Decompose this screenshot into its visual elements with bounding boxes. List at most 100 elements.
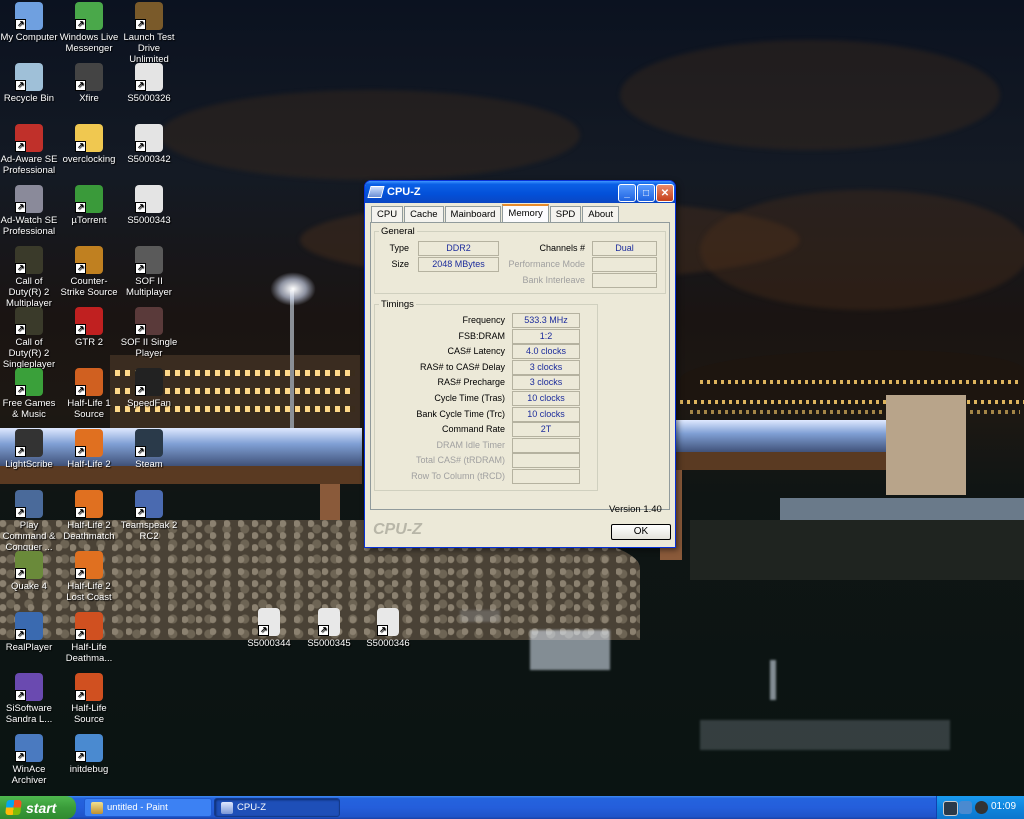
desktop-icon[interactable]: ↗ GTR 2	[59, 307, 119, 348]
timing-value: 1:2	[512, 328, 580, 344]
desktop-icon[interactable]: ↗ Recycle Bin	[0, 63, 59, 104]
desktop-icon[interactable]: ↗ Half-Life Deathma...	[59, 612, 119, 664]
shortcut-arrow-icon: ↗	[135, 263, 146, 274]
tab-about[interactable]: About	[582, 206, 620, 222]
half-life-icon: ↗	[75, 368, 103, 396]
desktop-icon[interactable]: ↗ LightScribe	[0, 429, 59, 470]
desktop-icon[interactable]: ↗ Half-Life Source	[59, 673, 119, 725]
desktop-icon[interactable]: ↗ Counter-Strike Source	[59, 246, 119, 298]
desktop-icon[interactable]: ↗ SOF II Single Player	[119, 307, 179, 359]
minimize-button[interactable]: _	[618, 184, 636, 202]
desktop-icon-label: Xfire	[79, 93, 99, 104]
version-label: Version 1.40	[609, 504, 662, 515]
desktop-icon[interactable]: ↗ Half-Life 1 Source	[59, 368, 119, 420]
desktop-icon[interactable]: ↗ µTorrent	[59, 185, 119, 226]
desktop-icon[interactable]: ↗ Half-Life 2 Lost Coast	[59, 551, 119, 603]
shortcut-arrow-icon: ↗	[135, 141, 146, 152]
taskbar-button-label: CPU-Z	[237, 802, 267, 813]
desktop-icon[interactable]: ↗ Ad-Watch SE Professional	[0, 185, 59, 237]
desktop-icon[interactable]: ↗ Xfire	[59, 63, 119, 104]
tab-memory[interactable]: Memory	[502, 204, 549, 223]
image-file-icon: ↗	[258, 608, 280, 636]
desktop-icon[interactable]: ↗ My Computer	[0, 2, 59, 43]
shortcut-arrow-icon: ↗	[75, 80, 86, 91]
desktop-icon[interactable]: ↗ Half-Life 2 Deathmatch	[59, 490, 119, 542]
timing-label: Frequency	[462, 315, 505, 325]
network-tray-icon[interactable]	[959, 801, 972, 814]
start-button[interactable]: start	[0, 796, 76, 819]
desktop-icon[interactable]: ↗ S5000343	[119, 185, 179, 226]
desktop-icon[interactable]: ↗ WinAce Archiver	[0, 734, 59, 786]
desktop-icon[interactable]: ↗ Call of Duty(R) 2 Singleplayer	[0, 307, 59, 370]
teamspeak-icon: ↗	[135, 490, 163, 518]
desktop-icon-label: SOF II Single Player	[120, 337, 178, 359]
desktop-icon[interactable]: ↗ Ad-Aware SE Professional	[0, 124, 59, 176]
shortcut-arrow-icon: ↗	[135, 446, 146, 457]
steam-tray-icon[interactable]	[943, 801, 958, 816]
desktop-icon[interactable]: ↗ S5000342	[119, 124, 179, 165]
taskbar: start untitled - Paint CPU-Z 01:09	[0, 796, 1024, 819]
desktop-icon-s5000344[interactable]: ↗ S5000344	[239, 608, 299, 649]
maximize-button[interactable]: □	[637, 184, 655, 202]
tab-mainboard[interactable]: Mainboard	[444, 206, 502, 222]
timings-legend: Timings	[381, 299, 414, 310]
recycle-bin-icon: ↗	[15, 63, 43, 91]
desktop-icon[interactable]: ↗ Windows Live Messenger	[59, 2, 119, 54]
shortcut-arrow-icon: ↗	[15, 263, 26, 274]
command-conquer-icon: ↗	[15, 490, 43, 518]
gtr2-icon: ↗	[75, 307, 103, 335]
close-button[interactable]: ✕	[656, 184, 674, 202]
tab-cache[interactable]: Cache	[404, 206, 444, 222]
shortcut-arrow-icon: ↗	[75, 690, 86, 701]
cpuz-window[interactable]: CPU-Z _ □ ✕ CPU Cache Mainboard Memory S…	[364, 180, 676, 548]
desktop-icon[interactable]: ↗ Call of Duty(R) 2 Multiplayer	[0, 246, 59, 309]
counter-strike-icon: ↗	[75, 246, 103, 274]
shortcut-arrow-icon: ↗	[75, 385, 86, 396]
winace-icon: ↗	[15, 734, 43, 762]
desktop-icon-label: Quake 4	[11, 581, 47, 592]
desktop-icon-s5000346[interactable]: ↗ S5000346	[358, 608, 418, 649]
taskbar-button-paint[interactable]: untitled - Paint	[84, 798, 212, 817]
desktop-icon[interactable]: ↗ Half-Life 2	[59, 429, 119, 470]
shortcut-arrow-icon: ↗	[75, 629, 86, 640]
desktop-icon[interactable]: ↗ Play Command & Conquer ...	[0, 490, 59, 553]
timing-value: 10 clocks	[512, 391, 580, 406]
timing-label: RAS# to CAS# Delay	[419, 361, 505, 372]
desktop-icon-label: Ad-Aware SE Professional	[0, 154, 58, 176]
desktop-icon[interactable]: ↗ RealPlayer	[0, 612, 59, 653]
ok-button[interactable]: OK	[611, 524, 671, 540]
tab-spd[interactable]: SPD	[549, 206, 582, 222]
cod2-icon: ↗	[15, 246, 43, 274]
shortcut-arrow-icon: ↗	[15, 80, 26, 91]
shortcut-arrow-icon: ↗	[15, 19, 26, 30]
cpuz-icon	[221, 801, 233, 814]
timing-value: 10 clocks	[512, 406, 580, 422]
desktop-icon-s5000345[interactable]: ↗ S5000345	[299, 608, 359, 649]
timing-label: Cycle Time (Tras)	[434, 393, 505, 403]
desktop-icon[interactable]: ↗ Quake 4	[0, 551, 59, 592]
desktop-icon[interactable]: ↗ Free Games & Music	[0, 368, 59, 420]
desktop-icon[interactable]: ↗ initdebug	[59, 734, 119, 775]
speedfan-tray-icon[interactable]	[975, 801, 988, 814]
shortcut-arrow-icon: ↗	[15, 202, 26, 213]
timing-label: Bank Cycle Time (Trc)	[416, 408, 505, 419]
general-legend: General	[381, 226, 415, 237]
ad-aware-icon: ↗	[15, 124, 43, 152]
desktop-icon[interactable]: ↗ SpeedFan	[119, 368, 179, 409]
desktop-icon[interactable]: ↗ SOF II Multiplayer	[119, 246, 179, 298]
shortcut-arrow-icon: ↗	[135, 385, 146, 396]
desktop-icon[interactable]: ↗ overclocking	[59, 124, 119, 165]
desktop-icon-label: Play Command & Conquer ...	[2, 520, 56, 553]
desktop-icon[interactable]: ↗ Steam	[119, 429, 179, 470]
desktop-icon[interactable]: ↗ SiSoftware Sandra L...	[0, 673, 59, 725]
desktop-icon[interactable]: ↗ Launch Test Drive Unlimited	[119, 2, 179, 65]
half-life-icon: ↗	[75, 429, 103, 457]
lightscribe-icon: ↗	[15, 429, 43, 457]
taskbar-button-cpuz[interactable]: CPU-Z	[214, 798, 340, 817]
half-life-icon: ↗	[75, 551, 103, 579]
desktop-icon[interactable]: ↗ Teamspeak 2 RC2	[119, 490, 179, 542]
desktop-icon[interactable]: ↗ S5000326	[119, 63, 179, 104]
timing-label: Command Rate	[441, 424, 505, 435]
tab-cpu[interactable]: CPU	[371, 206, 404, 222]
half-life-icon: ↗	[75, 490, 103, 518]
